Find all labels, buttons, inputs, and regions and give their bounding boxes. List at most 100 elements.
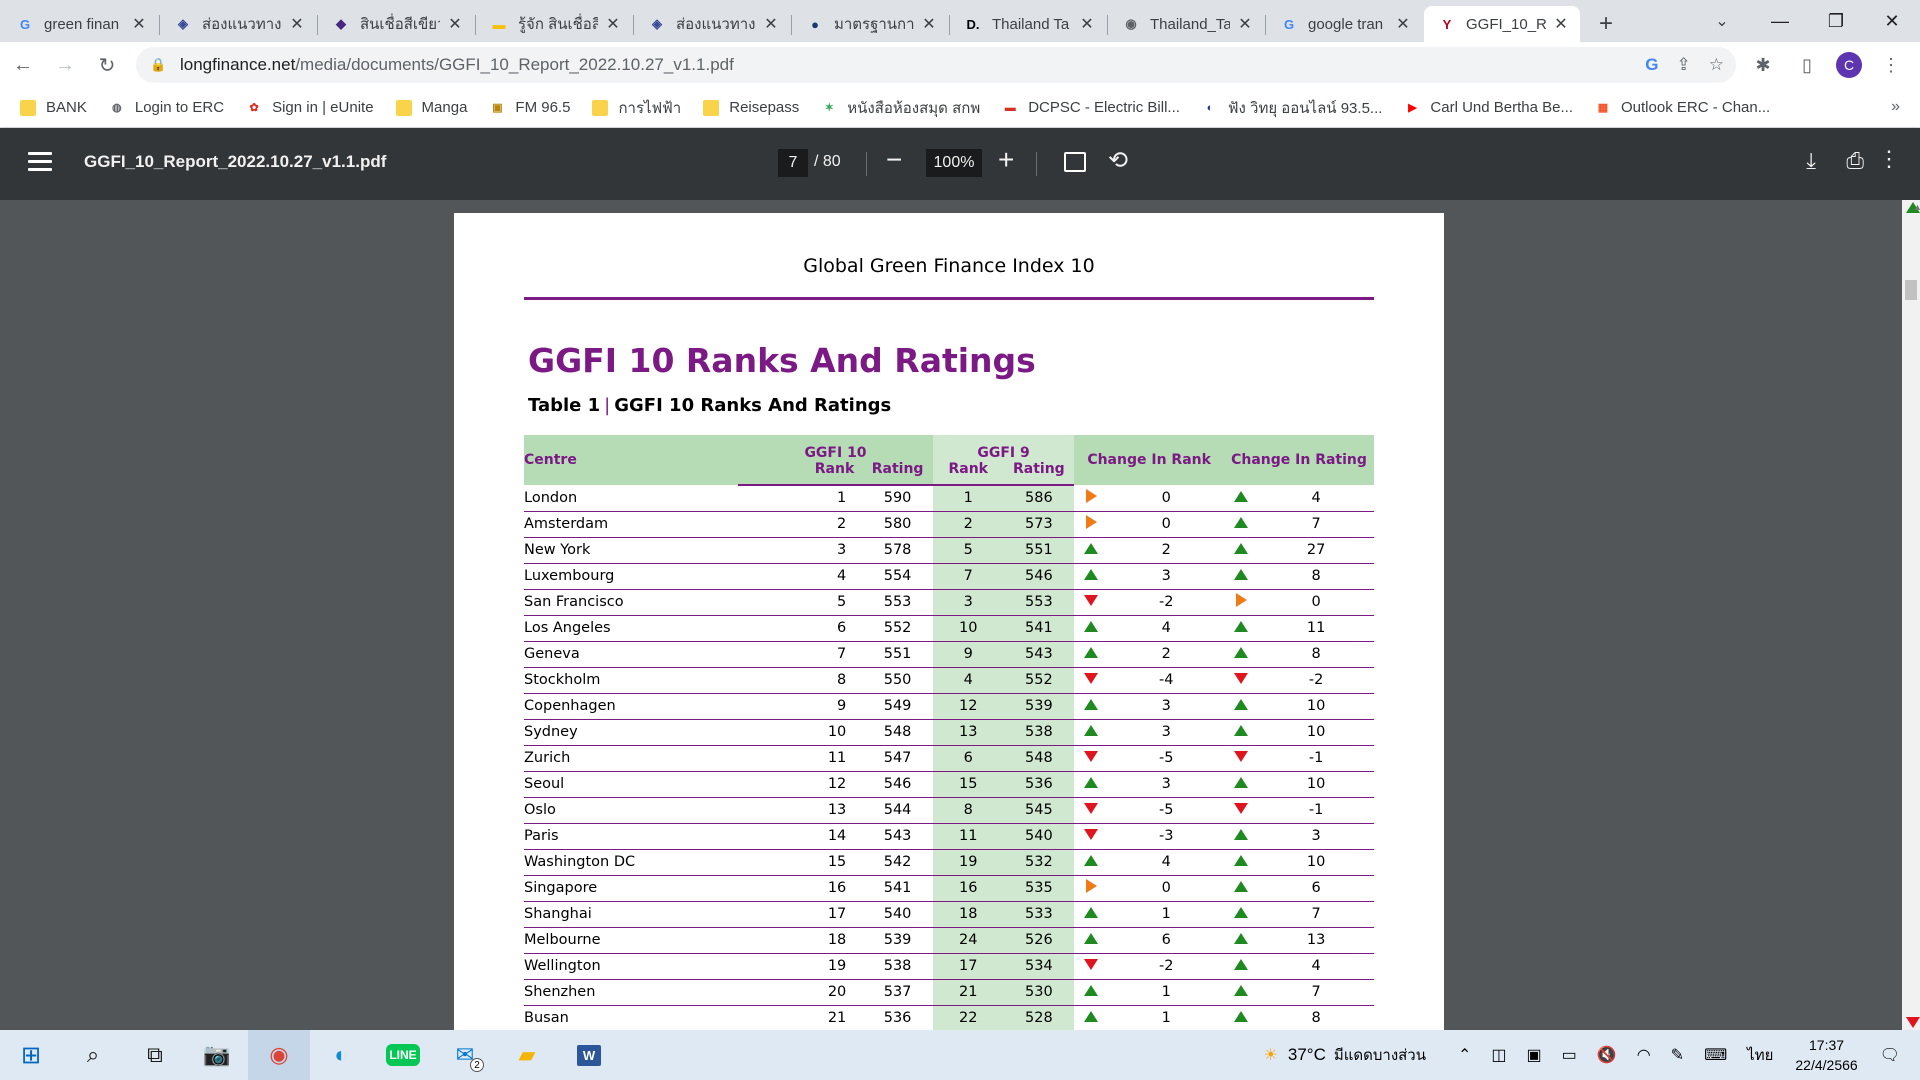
bookmark-item[interactable]: การไฟฟ้า [592,96,681,120]
weather-temp[interactable]: 37°C [1288,1045,1326,1065]
camera-app-icon[interactable]: 📷 [186,1030,248,1080]
pdf-menu-icon[interactable] [28,152,52,172]
chrome-taskbar-icon[interactable]: ◉ [248,1030,310,1080]
share-icon[interactable]: ⇪ [1677,55,1691,75]
tab-close-icon[interactable]: ✕ [1394,14,1412,34]
download-icon[interactable]: ⤓ [1806,148,1816,174]
browser-tab[interactable]: ▬ รู้จัก สินเชื่อสี ✕ [476,6,634,42]
file-explorer-icon[interactable]: ▰ [496,1030,558,1080]
pen-icon[interactable]: ✎ [1671,1045,1684,1065]
zoom-out-button[interactable]: − [886,144,902,176]
tab-close-icon[interactable]: ✕ [1552,14,1570,34]
keyboard-icon[interactable]: ⌨ [1704,1045,1727,1065]
bookmarks-overflow-icon[interactable]: » [1891,98,1900,116]
rotate-icon[interactable]: ⟲ [1108,146,1128,175]
restore-button[interactable]: ❐ [1808,0,1864,42]
bookmark-item[interactable]: ▣ FM 96.5 [489,99,570,116]
ggfi10-rank: 21 [738,1005,863,1030]
tab-close-icon[interactable]: ✕ [130,14,148,34]
mail-app-icon[interactable]: ✉ 2 [434,1030,496,1080]
chrome-menu-icon[interactable]: ⋮ [1876,50,1906,80]
bookmark-item[interactable]: Reisepass [703,99,799,116]
tab-search-icon[interactable]: ⌄ [1704,6,1740,36]
ggfi10-rank: 4 [738,563,863,590]
rating-change: 0 [1258,589,1374,616]
bookmark-star-icon[interactable]: ☆ [1709,55,1724,75]
zoom-level-input[interactable]: 100% [926,149,982,177]
scroll-up-icon[interactable]: ▲ [1906,202,1920,213]
vertical-scrollbar[interactable]: ▲ ▼ [1902,200,1920,1030]
display-icon[interactable]: ▣ [1527,1045,1542,1065]
tab-close-icon[interactable]: ✕ [1078,14,1096,34]
pdf-viewer[interactable]: Global Green Finance Index 10 GGFI 10 Ra… [0,200,1920,1030]
rank-change-arrow [1074,875,1109,902]
bookmark-item[interactable]: ▶ Carl Und Bertha Be... [1404,99,1573,116]
tab-close-icon[interactable]: ✕ [604,14,622,34]
task-view-icon[interactable]: ⧉ [124,1030,186,1080]
weather-icon[interactable]: ☀ [1264,1045,1278,1065]
bookmark-item[interactable]: ✶ หนังสือห้องสมุด สกพ [821,96,981,120]
close-window-button[interactable]: ✕ [1864,0,1920,42]
bookmark-item[interactable]: ◍ Login to ERC [109,99,224,116]
browser-tab[interactable]: Y GGFI_10_Re ✕ [1424,6,1580,42]
show-hidden-icons[interactable]: ⌃ [1458,1045,1471,1065]
bookmarks-bar: BANK ◍ Login to ERC ✿ Sign in | eUnite Manga ▣… [0,88,1920,128]
line-app-icon[interactable]: LINE [372,1030,434,1080]
page-number-input[interactable]: 7 [778,149,808,177]
browser-tab[interactable]: Ggreen finan ✕ [2,6,160,42]
minimize-button[interactable]: — [1752,0,1808,42]
bookmark-item[interactable]: ▬ DCPSC - Electric Bill... [1002,99,1180,116]
browser-tab[interactable]: ● มาตรฐานการ ✕ [792,6,950,42]
pdf-more-icon[interactable]: ⋮ [1878,146,1900,172]
tab-close-icon[interactable]: ✕ [446,14,464,34]
back-button[interactable]: ← [4,46,42,84]
bookmark-item[interactable]: ✿ Sign in | eUnite [246,99,373,116]
address-bar[interactable]: 🔒 longfinance.net/media/documents/GGFI_1… [136,47,1736,83]
clock[interactable]: 17:37 22/4/2566 [1795,1035,1857,1075]
rating-change-arrow [1224,615,1259,642]
reload-button[interactable]: ↻ [88,46,126,84]
fit-page-icon[interactable] [1064,152,1086,172]
search-icon[interactable]: ⌕ [62,1030,124,1080]
volume-muted-icon[interactable]: 🔇 [1597,1045,1617,1065]
browser-tab[interactable]: ◈ ส่องแนวทาง ✕ [634,6,792,42]
weather-text[interactable]: มีแดดบางส่วน [1334,1043,1426,1067]
tab-close-icon[interactable]: ✕ [762,14,780,34]
bookmark-item[interactable]: Manga [395,99,467,116]
browser-tab[interactable]: D. Thailand Ta ✕ [950,6,1108,42]
extensions-icon[interactable]: ✱ [1748,50,1778,80]
rating-change-arrow [1224,485,1259,512]
table-row: Luxembourg 4 554 7 546 3 8 [524,563,1374,590]
lock-icon[interactable]: 🔒 [150,57,166,73]
google-translate-icon[interactable]: G [1645,55,1658,75]
ime-indicator[interactable]: ไทย [1747,1043,1773,1067]
bookmark-item[interactable]: ▦ Outlook ERC - Chan... [1595,99,1770,116]
browser-tab[interactable]: ◉ Thailand_Ta ✕ [1108,6,1266,42]
windows-start-icon[interactable]: ⊞ [0,1030,62,1080]
word-app-icon[interactable]: W [558,1030,620,1080]
battery-icon[interactable]: ▭ [1562,1045,1577,1065]
new-tab-button[interactable]: + [1588,6,1624,42]
tab-close-icon[interactable]: ✕ [288,14,306,34]
tab-close-icon[interactable]: ✕ [920,14,938,34]
forward-button[interactable]: → [46,46,84,84]
scroll-down-icon[interactable]: ▼ [1906,1017,1920,1030]
bookmark-item[interactable]: ◐ ฟัง วิทยุ ออนไลน์ 93.5... [1202,96,1383,120]
tab-close-icon[interactable]: ✕ [1236,14,1254,34]
print-icon[interactable]: ⎙ [1846,148,1864,174]
pdf-toolbar: GGFI_10_Report_2022.10.27_v1.1.pdf 7 / 8… [0,128,1920,200]
meet-icon[interactable]: ◫ [1491,1045,1506,1065]
browser-tab[interactable]: Ggoogle tran ✕ [1266,6,1422,42]
up-arrow-icon [1084,621,1099,632]
profile-avatar[interactable]: C [1836,52,1862,78]
side-panel-icon[interactable]: ▯ [1792,50,1822,80]
wifi-icon[interactable]: ◠ [1637,1045,1651,1065]
notification-icon[interactable]: 🗨 [1880,1045,1900,1065]
scrollbar-thumb[interactable] [1905,280,1917,300]
url-path: /media/documents/GGFI_10_Report_2022.10.… [295,55,734,74]
browser-tab[interactable]: ◈ ส่องแนวทาง ✕ [160,6,318,42]
edge-taskbar-icon[interactable]: ◐ [310,1030,372,1080]
bookmark-item[interactable]: BANK [20,99,87,116]
browser-tab[interactable]: ◆ สินเชื่อสีเขียว ✕ [318,6,476,42]
zoom-in-button[interactable]: + [998,144,1014,176]
